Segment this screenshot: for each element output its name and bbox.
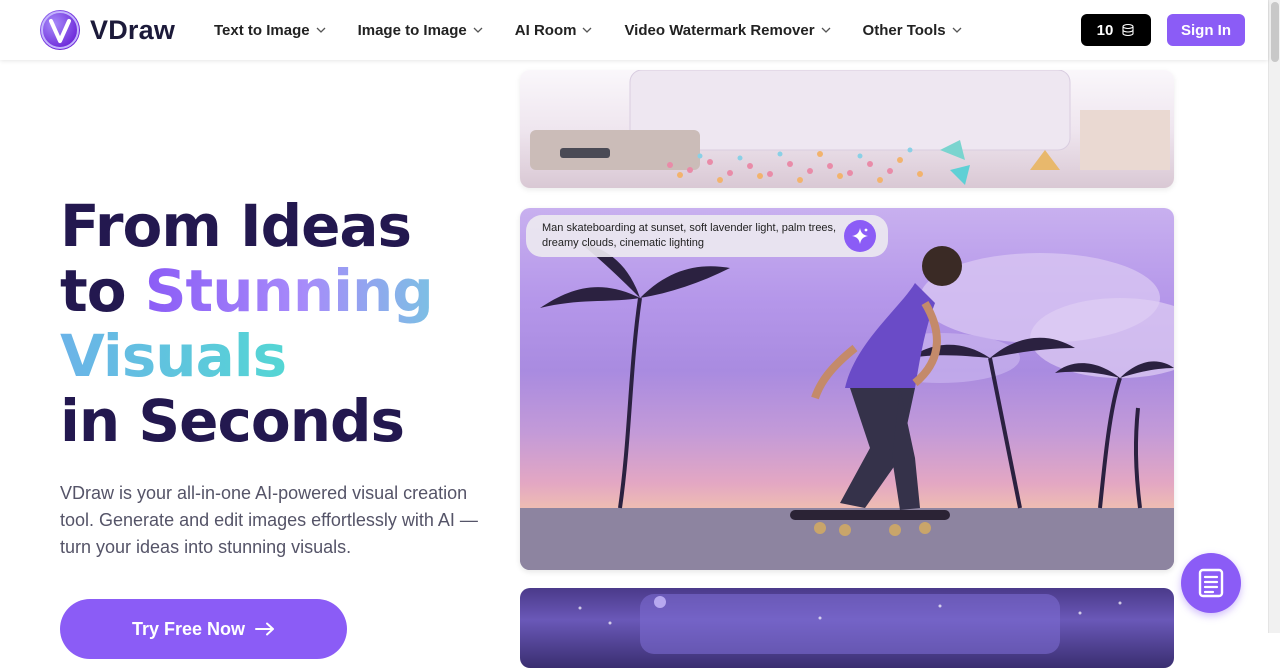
site-header: VDraw Text to Image Image to Image AI Ro…	[0, 0, 1268, 60]
nav-label: Text to Image	[214, 21, 310, 39]
nav-text-to-image[interactable]: Text to Image	[214, 22, 326, 39]
gallery-image-bottom-art	[578, 594, 1122, 654]
hero-title-line4: in Seconds	[60, 387, 405, 455]
coins-icon	[1122, 23, 1134, 37]
prompt-chip: Man skateboarding at sunset, soft lavend…	[526, 215, 888, 257]
hero-description: VDraw is your all-in-one AI-powered visu…	[60, 483, 478, 557]
brand-logo[interactable]: VDraw	[40, 10, 175, 50]
gallery-image-bottom	[520, 588, 1174, 668]
hero-title-stunning: Stunning	[144, 257, 434, 325]
try-free-button[interactable]: Try Free Now	[60, 599, 347, 659]
logo-icon	[40, 10, 80, 50]
hero-title-visuals: Visuals	[60, 322, 287, 390]
main-nav: Text to Image Image to Image AI Room Vid…	[214, 0, 994, 60]
chevron-down-icon	[582, 27, 592, 33]
nav-ai-room[interactable]: AI Room	[515, 22, 593, 39]
chevron-down-icon	[473, 27, 483, 33]
chevron-down-icon	[821, 27, 830, 33]
brand-name: VDraw	[90, 14, 176, 45]
arrow-right-icon	[255, 622, 275, 636]
nav-other-tools[interactable]: Other Tools	[863, 22, 962, 39]
gallery-image-top-art	[530, 70, 1170, 185]
prompt-text: Man skateboarding at sunset, soft lavend…	[542, 222, 837, 249]
document-list-icon	[1198, 568, 1224, 598]
nav-image-to-image[interactable]: Image to Image	[358, 22, 483, 39]
nav-label: Image to Image	[357, 21, 467, 39]
cta-label: Try Free Now	[131, 618, 246, 639]
nav-video-watermark-remover[interactable]: Video Watermark Remover	[624, 22, 830, 39]
page-scrollbar[interactable]	[1268, 0, 1280, 633]
skater-scene-art	[520, 243, 1174, 570]
credits-count: 10	[1096, 21, 1114, 39]
generate-sparkle-button[interactable]	[844, 220, 876, 252]
hero-title-to: to	[60, 257, 145, 325]
chevron-down-icon	[316, 27, 326, 33]
scrollbar-thumb[interactable]	[1271, 2, 1279, 62]
hero-title: From Ideas to Stunning Visuals in Second…	[60, 192, 434, 455]
sparkle-icon	[852, 228, 868, 244]
credits-button[interactable]: 10	[1081, 14, 1151, 46]
nav-label: AI Room	[514, 21, 577, 39]
gallery-image-skater: Man skateboarding at sunset, soft lavend…	[520, 208, 1174, 570]
chevron-down-icon	[952, 27, 962, 33]
floating-docs-button[interactable]	[1181, 553, 1241, 613]
nav-label: Other Tools	[862, 21, 946, 39]
hero-title-line1: From Ideas	[60, 192, 412, 260]
gallery-image-top	[520, 70, 1174, 188]
nav-label: Video Watermark Remover	[624, 21, 815, 39]
sign-in-button[interactable]: Sign In	[1167, 14, 1245, 46]
